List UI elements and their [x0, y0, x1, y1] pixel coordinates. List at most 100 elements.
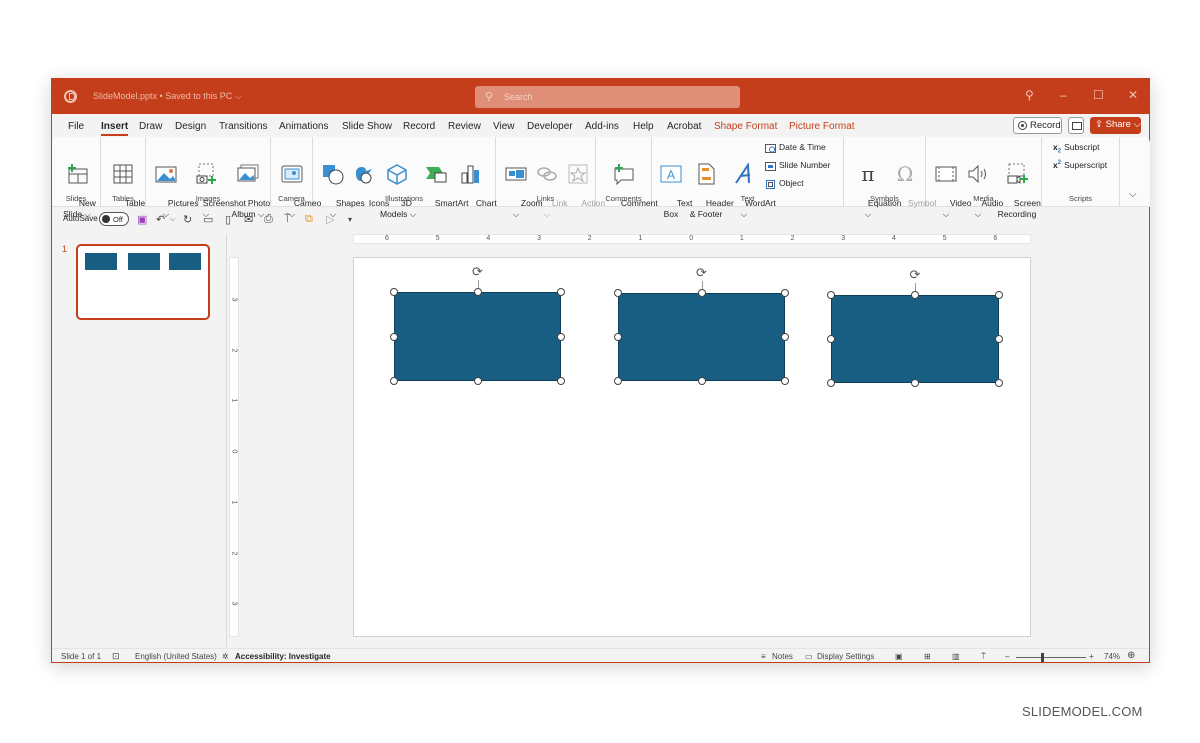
ribbon-collapse-chevron-icon[interactable]: ⌵ — [1129, 189, 1137, 200]
copy-format-icon[interactable]: ⧉ — [305, 213, 313, 226]
resize-handle[interactable] — [557, 377, 565, 385]
tab-design[interactable]: Design — [175, 121, 206, 132]
rectangle-shape[interactable] — [831, 295, 999, 383]
tab-picture-format[interactable]: Picture Format — [789, 121, 855, 132]
tab-transitions[interactable]: Transitions — [219, 121, 268, 132]
close-button[interactable]: ✕ — [1128, 88, 1138, 102]
zoom-slider[interactable] — [1016, 657, 1086, 658]
group-label-slides: Slides — [65, 194, 87, 203]
slide-counter: Slide 1 of 1 — [61, 652, 102, 661]
record-button[interactable]: Record — [1013, 117, 1062, 134]
date-time-button[interactable]: Date & Time — [765, 142, 826, 153]
zoom-in-button[interactable]: + — [1089, 652, 1094, 661]
rotate-handle-icon[interactable]: ⟳ — [471, 265, 485, 279]
subscript-button[interactable]: x2 Subscript — [1053, 142, 1100, 155]
maximize-button[interactable]: ☐ — [1093, 88, 1104, 102]
resize-handle[interactable] — [390, 288, 398, 296]
slideshow-disabled-icon[interactable]: ▷ — [326, 213, 334, 226]
accessibility-status[interactable]: Accessibility: Investigate — [235, 652, 331, 661]
resize-handle[interactable] — [781, 289, 789, 297]
notes-button[interactable]: Notes — [772, 652, 793, 661]
save-icon[interactable]: ▣ — [137, 213, 147, 226]
tab-acrobat[interactable]: Acrobat — [667, 121, 701, 132]
slide-number-button[interactable]: Slide Number — [765, 160, 831, 171]
slide-sorter-icon[interactable]: ⊞ — [924, 652, 931, 661]
tab-animations[interactable]: Animations — [279, 121, 328, 132]
resize-handle[interactable] — [827, 379, 835, 387]
resize-handle[interactable] — [827, 335, 835, 343]
autosave-label: AutoSave — [63, 214, 98, 223]
tab-slide-show[interactable]: Slide Show — [342, 121, 392, 132]
tab-review[interactable]: Review — [448, 121, 481, 132]
undo-dropdown-chevron-icon[interactable]: ⌵ — [170, 216, 175, 224]
tab-draw[interactable]: Draw — [139, 121, 162, 132]
autosave-toggle[interactable]: Off — [99, 212, 129, 226]
pane-splitter[interactable] — [226, 234, 227, 647]
ruler-label: 3 — [230, 297, 238, 302]
resize-handle[interactable] — [390, 332, 398, 341]
tab-file[interactable]: File — [68, 121, 84, 132]
minimize-button[interactable]: – — [1060, 88, 1067, 102]
redo-icon[interactable]: ↻ — [183, 213, 192, 226]
normal-view-icon[interactable]: ▣ — [895, 652, 903, 661]
resize-handle[interactable] — [390, 377, 398, 385]
group-media: Video ⌵ Audio ⌵ Screen Recording Media — [926, 137, 1042, 219]
tab-add-ins[interactable]: Add-ins — [585, 121, 619, 132]
object-icon — [766, 179, 775, 189]
resize-handle[interactable] — [473, 288, 482, 296]
print-icon[interactable]: ⎙ — [264, 213, 273, 226]
rectangle-shape[interactable] — [394, 292, 561, 381]
slide-canvas[interactable]: ⟳ ⟳ ⟳ — [353, 257, 1031, 637]
tab-shape-format[interactable]: Shape Format — [714, 121, 777, 132]
resize-handle[interactable] — [781, 377, 789, 385]
rectangle-shape[interactable] — [618, 293, 785, 381]
group-tables: Table ⌵ Tables — [101, 137, 146, 219]
tab-record[interactable]: Record — [403, 121, 435, 132]
resize-handle[interactable] — [911, 379, 919, 387]
customize-qat-icon[interactable]: ▾ — [348, 215, 352, 224]
resize-handle[interactable] — [614, 333, 622, 341]
search-box[interactable]: ⚲ Search — [475, 86, 740, 108]
resize-handle[interactable] — [995, 379, 1003, 387]
comments-button[interactable] — [1068, 117, 1084, 134]
resize-handle[interactable] — [781, 333, 789, 341]
resize-handle[interactable] — [697, 377, 706, 385]
language-indicator[interactable]: English (United States) — [135, 652, 217, 661]
powerpoint-window: SlideModel.pptx • Saved to this PC ⌵ ⚲ S… — [51, 78, 1150, 663]
fit-to-window-icon[interactable]: ⊕ — [1127, 650, 1135, 661]
reading-view-icon[interactable]: ▥ — [952, 652, 960, 661]
zoom-level[interactable]: 74% — [1104, 652, 1120, 661]
tab-help[interactable]: Help — [633, 121, 654, 132]
zoom-slider-thumb[interactable] — [1040, 653, 1044, 662]
superscript-button[interactable]: x2 Superscript — [1053, 160, 1107, 170]
slideshow-view-icon[interactable]: ⍑ — [981, 652, 986, 662]
object-button[interactable]: Object — [765, 178, 804, 189]
share-button[interactable]: ⇪ Share ⌵ — [1090, 117, 1141, 134]
display-settings-button[interactable]: Display Settings — [817, 652, 874, 661]
resize-handle[interactable] — [995, 335, 1003, 343]
undo-icon[interactable]: ↶ — [156, 213, 165, 226]
resize-handle[interactable] — [473, 377, 482, 385]
rotate-handle-icon[interactable]: ⟳ — [695, 266, 709, 280]
open-folder-icon[interactable]: ▭ — [203, 213, 213, 226]
resize-handle[interactable] — [827, 291, 835, 299]
lightbulb-icon[interactable]: ⚲ — [1025, 88, 1034, 102]
resize-handle[interactable] — [557, 332, 565, 341]
zoom-out-button[interactable]: – — [1005, 652, 1009, 661]
spelling-book-icon[interactable]: ⊡ — [112, 651, 120, 662]
new-file-icon[interactable]: ▯ — [225, 213, 231, 226]
resize-handle[interactable] — [614, 377, 622, 385]
slide-thumbnail[interactable] — [76, 244, 210, 320]
resize-handle[interactable] — [911, 291, 919, 299]
resize-handle[interactable] — [995, 291, 1003, 299]
resize-handle[interactable] — [697, 289, 706, 297]
resize-handle[interactable] — [557, 288, 565, 296]
tab-developer[interactable]: Developer — [527, 121, 573, 132]
email-icon[interactable]: ✉ — [244, 213, 253, 226]
document-title[interactable]: SlideModel.pptx • Saved to this PC ⌵ — [93, 91, 242, 102]
present-icon[interactable]: ⍑ — [284, 213, 291, 226]
tab-view[interactable]: View — [493, 121, 515, 132]
resize-handle[interactable] — [614, 289, 622, 297]
tab-insert[interactable]: Insert — [101, 121, 129, 136]
rotate-handle-icon[interactable]: ⟳ — [908, 268, 922, 282]
